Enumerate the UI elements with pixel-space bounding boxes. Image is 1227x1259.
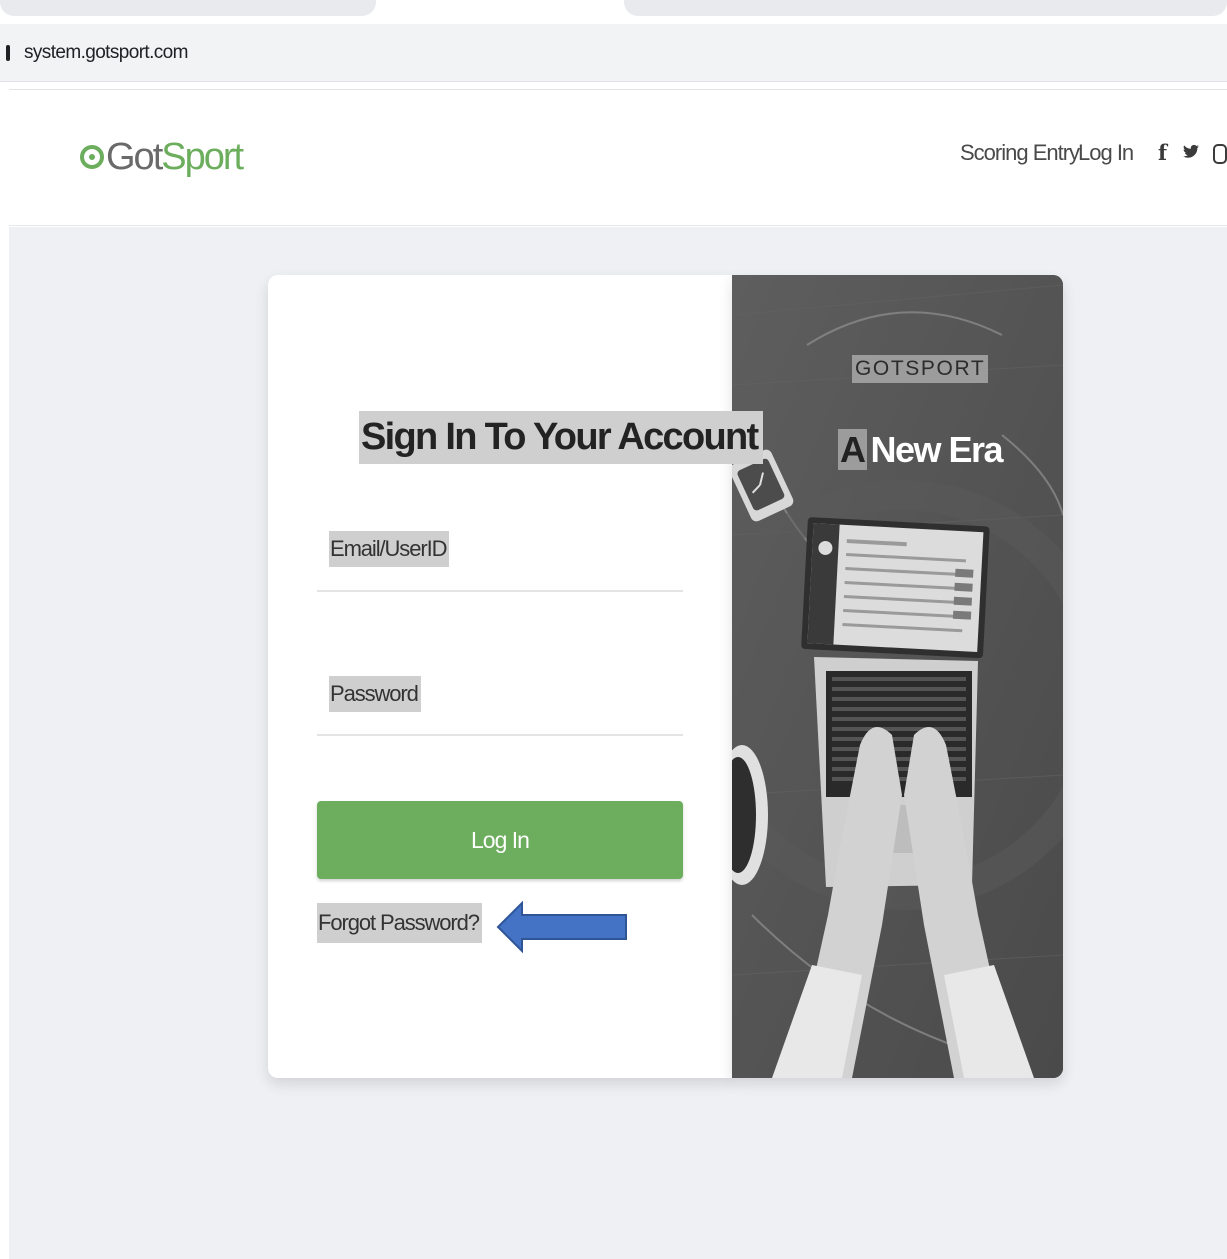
site-info-icon[interactable]: [6, 45, 10, 61]
tagline-letter-a: A: [838, 429, 867, 470]
left-arrow-icon: [496, 900, 627, 954]
laptop-illustration: [732, 275, 1063, 1078]
browser-tab-strip: [0, 0, 1227, 24]
browser-tab[interactable]: [624, 0, 1227, 16]
gotsport-logo[interactable]: Got Sport: [80, 132, 244, 182]
nav-scoring-entry[interactable]: Scoring Entry: [960, 140, 1080, 166]
browser-tab[interactable]: [0, 0, 376, 16]
nav-log-in[interactable]: Log In: [1078, 140, 1134, 166]
promo-tagline: A New Era: [838, 426, 1004, 474]
twitter-bird-icon: [1183, 144, 1199, 158]
instagram-icon[interactable]: [1213, 144, 1227, 164]
brand-label: GOTSPORT: [852, 355, 989, 383]
forgot-password-link[interactable]: Forgot Password?: [317, 903, 482, 943]
tagline-new-era: New Era: [870, 429, 1004, 470]
gotsport-logo-icon: [80, 145, 104, 169]
email-field[interactable]: [317, 562, 683, 592]
logo-text-got: Got: [106, 135, 163, 178]
log-in-button[interactable]: Log In: [317, 801, 683, 879]
password-field[interactable]: [317, 706, 683, 736]
page-title: Sign In To Your Account: [359, 411, 764, 464]
facebook-icon[interactable]: f: [1158, 140, 1167, 165]
logo-text-sport: Sport: [161, 135, 244, 178]
twitter-icon[interactable]: [1183, 143, 1199, 165]
url-text[interactable]: system.gotsport.com: [24, 42, 188, 64]
promo-panel: [732, 275, 1063, 1078]
